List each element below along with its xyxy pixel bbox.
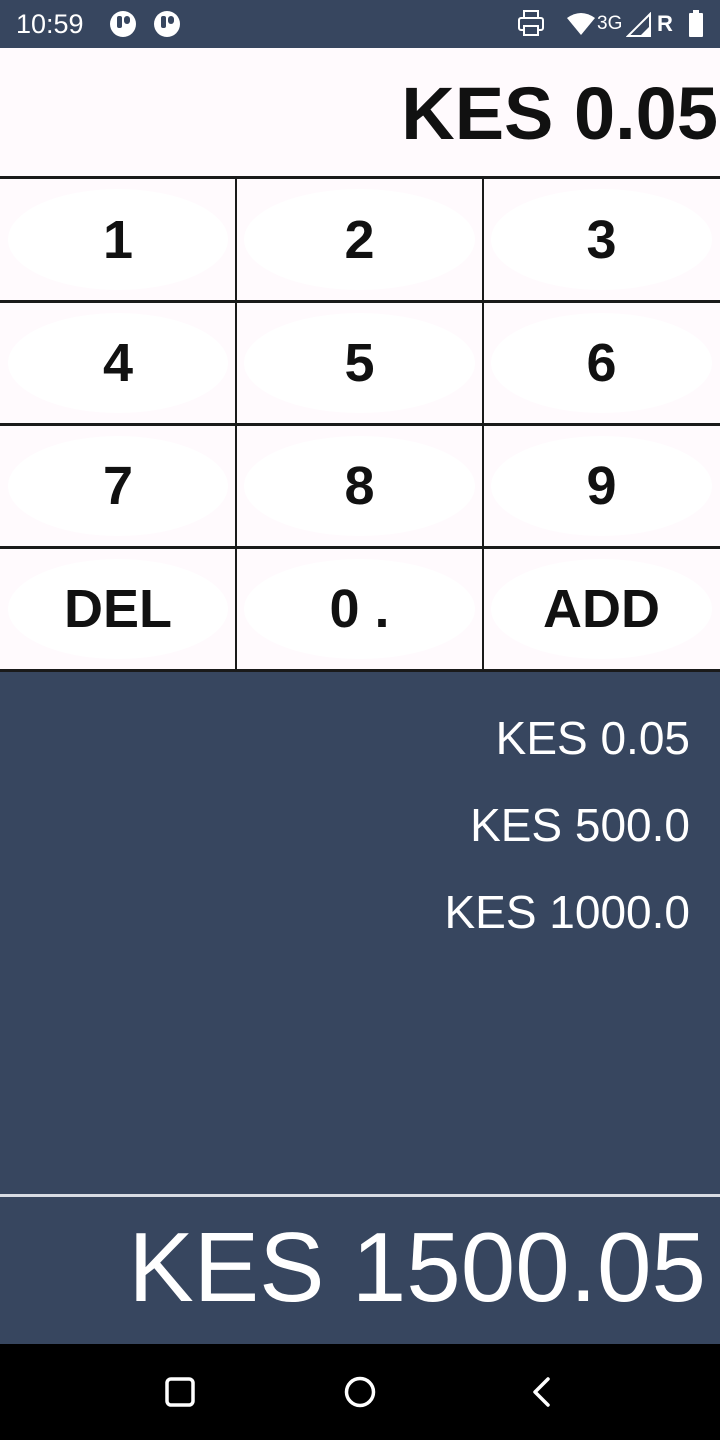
- history-entry[interactable]: KES 500.0: [470, 799, 690, 851]
- add-button[interactable]: ADD: [483, 549, 720, 672]
- signal-icon: [625, 11, 652, 43]
- key-label: 5: [344, 333, 375, 393]
- wifi-icon: [566, 12, 596, 41]
- key-2[interactable]: 2: [236, 179, 483, 303]
- roaming-indicator: R: [657, 11, 673, 36]
- delete-button[interactable]: DEL: [0, 549, 236, 672]
- key-9[interactable]: 9: [483, 426, 720, 549]
- back-icon[interactable]: [514, 1366, 566, 1418]
- key-label: 1: [102, 209, 134, 270]
- app-notification-icon: [110, 11, 136, 37]
- key-label: 9: [586, 456, 617, 516]
- printer-icon: [516, 8, 546, 43]
- key-label: 8: [344, 456, 375, 516]
- key-label: 6: [586, 333, 617, 393]
- history-entry[interactable]: KES 1000.0: [444, 886, 690, 938]
- total-divider: [0, 1194, 720, 1197]
- network-type: 3G: [597, 13, 623, 34]
- key-6[interactable]: 6: [483, 303, 720, 426]
- key-label: 0 .: [329, 579, 390, 639]
- key-1[interactable]: 1: [0, 179, 236, 303]
- key-4[interactable]: 4: [0, 303, 236, 426]
- app-notification-icon: [154, 11, 180, 37]
- amount-history-list[interactable]: KES 0.05 KES 500.0 KES 1000.0: [0, 672, 720, 1194]
- key-label: 2: [344, 209, 375, 270]
- key-label: 3: [586, 209, 617, 270]
- home-icon[interactable]: [334, 1366, 386, 1418]
- key-label: 7: [102, 456, 134, 516]
- key-3[interactable]: 3: [483, 179, 720, 303]
- keypad-divider: [235, 179, 237, 672]
- key-5[interactable]: 5: [236, 303, 483, 426]
- keypad-divider: [482, 179, 484, 672]
- system-nav-bar: [0, 1344, 720, 1440]
- total-amount: KES 1500.05: [128, 1212, 706, 1322]
- key-label: 4: [102, 333, 134, 393]
- key-label: DEL: [64, 579, 172, 639]
- key-7[interactable]: 7: [0, 426, 236, 549]
- key-label: ADD: [543, 579, 660, 639]
- key-8[interactable]: 8: [236, 426, 483, 549]
- current-amount: KES 0.05: [401, 72, 718, 155]
- history-entry[interactable]: KES 0.05: [496, 712, 690, 764]
- recents-icon[interactable]: [154, 1366, 206, 1418]
- amount-display: KES 0.05: [0, 48, 720, 179]
- key-0-decimal[interactable]: 0 .: [236, 549, 483, 672]
- status-time: 10:59: [16, 9, 84, 39]
- status-bar: 10:59 3G R: [0, 0, 720, 48]
- battery-icon: [688, 10, 704, 43]
